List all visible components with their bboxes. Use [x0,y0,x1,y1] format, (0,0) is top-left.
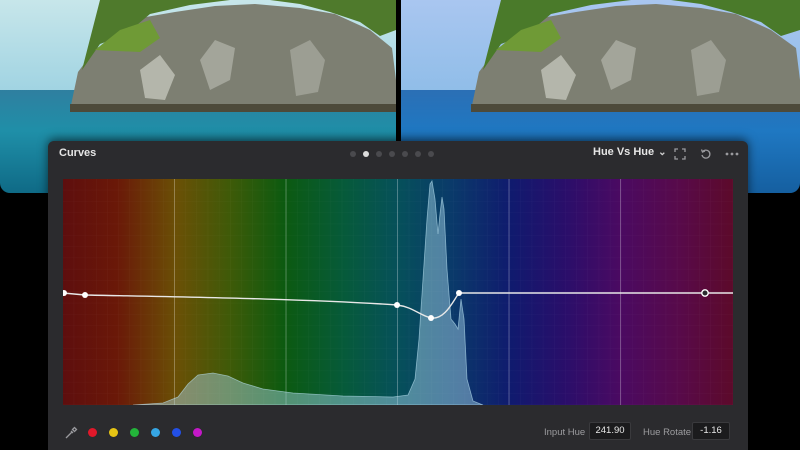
swatch-green[interactable] [130,428,139,437]
panel-footer: Input Hue 241.90 Hue Rotate -1.16 [48,416,748,450]
reset-icon[interactable] [698,146,714,162]
swatch-blue[interactable] [172,428,181,437]
more-icon[interactable] [724,146,740,162]
eyedropper-icon[interactable] [64,426,78,440]
panel-title: Curves [59,147,97,159]
hue-vs-hue-graph[interactable] [63,179,733,405]
input-hue-field[interactable]: 241.90 [589,422,631,440]
swatch-cyan[interactable] [151,428,160,437]
curve-point-1[interactable] [82,292,88,298]
page-dot-6[interactable] [415,151,421,157]
swatch-yellow[interactable] [109,428,118,437]
hue-rotate-field[interactable]: -1.16 [692,422,730,440]
curve-mode-dropdown[interactable]: Hue Vs Hue ⌄ [593,146,667,158]
hue-rotate-label: Hue Rotate [643,427,692,438]
curve-point-4[interactable] [456,290,462,296]
page-dot-3[interactable] [376,151,382,157]
curves-panel: Curves Hue Vs Hue ⌄ Input Hue 241.90 Hue… [48,141,748,450]
page-indicator [350,151,434,157]
curve-mode-label: Hue Vs Hue [593,146,655,158]
page-dot-7[interactable] [428,151,434,157]
curve-point-2[interactable] [394,302,400,308]
curve-point-selected[interactable] [701,289,709,297]
curve-point-3[interactable] [428,315,434,321]
panel-header: Curves Hue Vs Hue ⌄ [48,141,748,167]
expand-icon[interactable] [672,146,688,162]
swatch-red[interactable] [88,428,97,437]
page-dot-5[interactable] [402,151,408,157]
page-dot-4[interactable] [389,151,395,157]
page-dot-2[interactable] [363,151,369,157]
swatch-magenta[interactable] [193,428,202,437]
chevron-down-icon: ⌄ [658,146,667,158]
input-hue-label: Input Hue [544,427,586,438]
page-dot-1[interactable] [350,151,356,157]
